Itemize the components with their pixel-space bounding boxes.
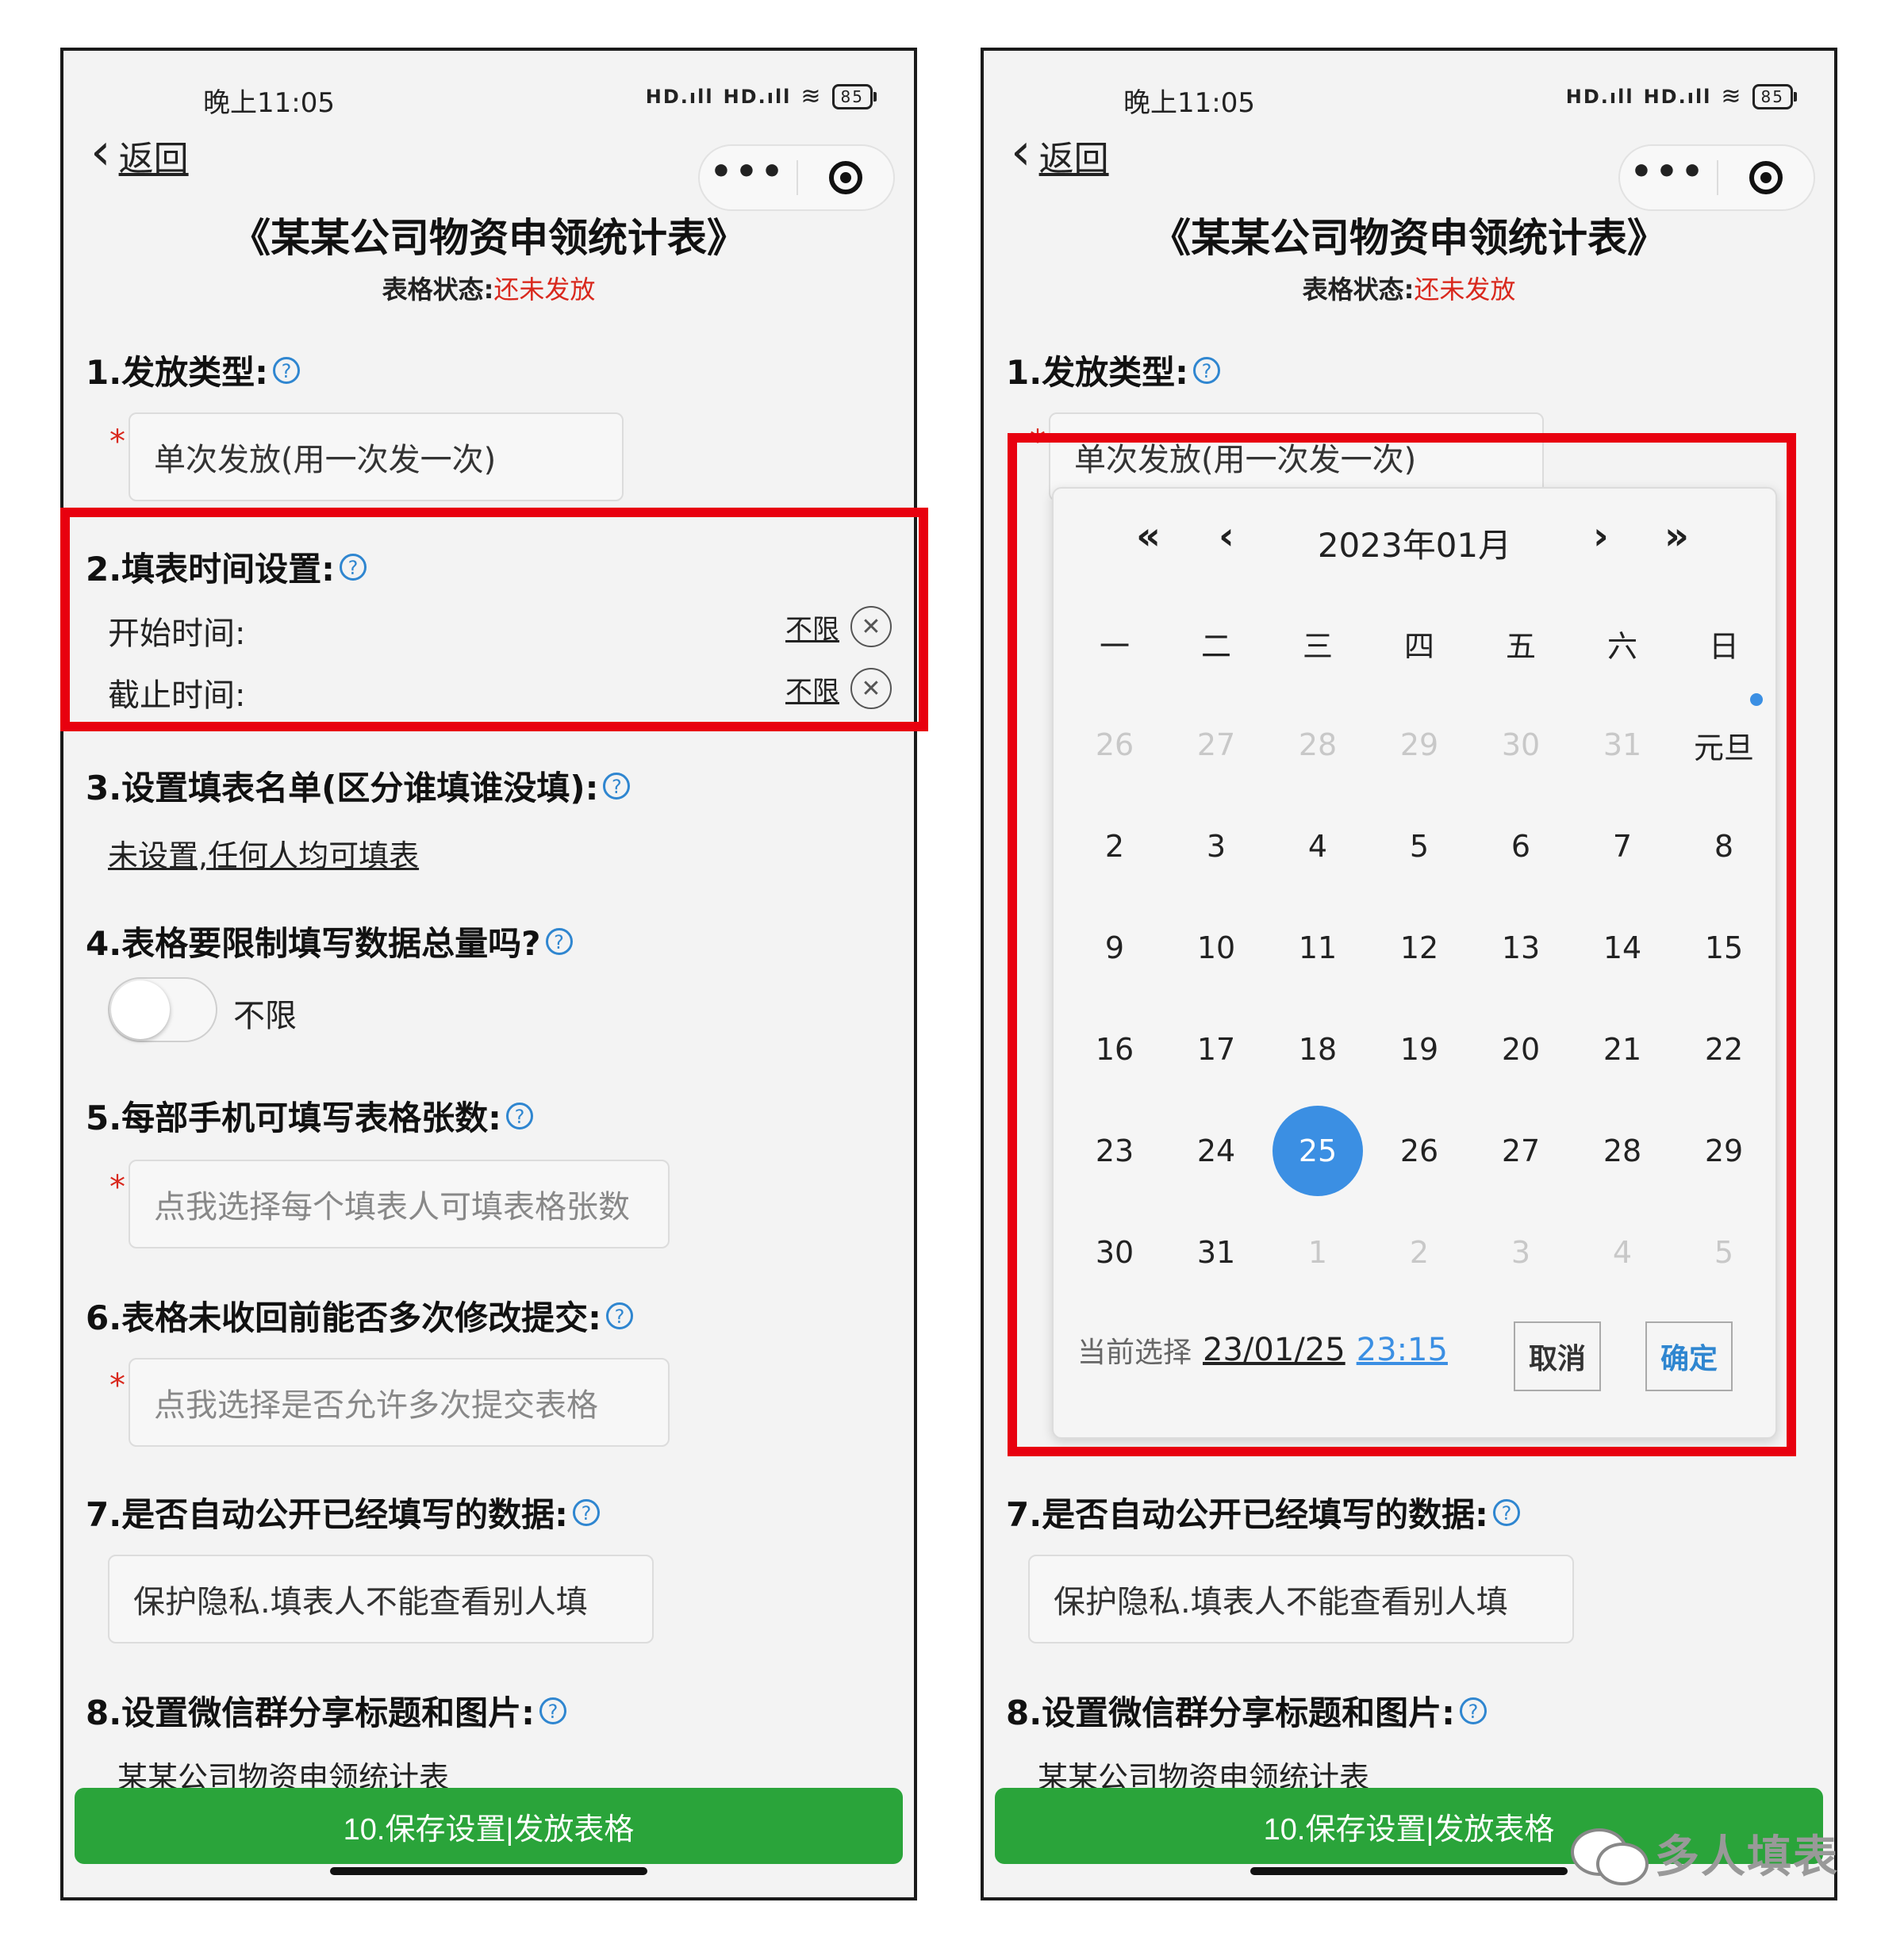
section-3-title: 3.设置填表名单(区分谁填谁没填):? <box>86 761 631 810</box>
form-status: 表格状态:还未发放 <box>984 270 1834 306</box>
back-label: 返回 <box>118 139 189 179</box>
watermark: 多人填表 <box>1571 1821 1839 1885</box>
help-icon[interactable]: ? <box>272 356 300 384</box>
mini-program-capsule: ••• <box>1618 144 1815 211</box>
help-icon[interactable]: ? <box>603 772 631 800</box>
watermark-text: 多人填表 <box>1655 1831 1839 1883</box>
form-status: 表格状态:还未发放 <box>63 270 914 306</box>
section-7-title: 7.是否自动公开已经填写的数据:? <box>1006 1488 1520 1536</box>
save-and-issue-button[interactable]: 10.保存设置|发放表格 <box>75 1788 903 1864</box>
toggle-label: 不限 <box>233 998 297 1034</box>
page-title: 《某某公司物资申领统计表》 <box>1151 215 1667 261</box>
section-7-label: 7.是否自动公开已经填写的数据: <box>86 1495 568 1534</box>
section-6-title: 6.表格未收回前能否多次修改提交:? <box>86 1291 633 1340</box>
help-icon[interactable]: ? <box>605 1302 633 1329</box>
chevron-left-icon: ‹ <box>1011 123 1031 182</box>
target-icon <box>828 161 862 194</box>
wifi-icon: ≋ <box>1721 82 1743 110</box>
status-icons: HD.ıll HD.ıll ≋ 85 <box>1565 82 1798 110</box>
help-icon[interactable]: ? <box>1459 1697 1487 1724</box>
phone-screen-left: 晚上11:05 HD.ıll HD.ıll ≋ 85 ‹ 返回 ••• 《某某公… <box>60 48 917 1900</box>
status-time: 晚上11:05 <box>203 87 335 119</box>
more-button[interactable]: ••• <box>1620 155 1717 190</box>
status-label: 表格状态: <box>382 274 494 305</box>
section-8-title: 8.设置微信群分享标题和图片:? <box>86 1686 566 1735</box>
highlight-box <box>60 508 928 731</box>
required-mark: * <box>109 1367 125 1404</box>
help-icon[interactable]: ? <box>545 927 573 955</box>
required-mark: * <box>109 1169 125 1206</box>
public-data-select[interactable]: 保护隐私.填表人不能查看别人填 <box>1028 1555 1574 1643</box>
wechat-icon <box>1571 1825 1649 1885</box>
limit-total-toggle[interactable] <box>108 977 217 1042</box>
status-label: 表格状态: <box>1302 274 1415 305</box>
section-4-title: 4.表格要限制填写数据总量吗?? <box>86 917 573 965</box>
multi-submit-select[interactable]: 点我选择是否允许多次提交表格 <box>129 1358 670 1447</box>
help-icon[interactable]: ? <box>539 1697 566 1724</box>
home-indicator <box>330 1867 647 1875</box>
section-8-label: 8.设置微信群分享标题和图片: <box>86 1693 535 1732</box>
section-4-label: 4.表格要限制填写数据总量吗? <box>86 924 541 963</box>
page-title: 《某某公司物资申领统计表》 <box>231 215 747 261</box>
section-5-title: 5.每部手机可填写表格张数:? <box>86 1091 533 1140</box>
help-icon[interactable]: ? <box>572 1498 600 1526</box>
status-badge: 还未发放 <box>493 274 596 305</box>
help-icon[interactable]: ? <box>1192 356 1220 384</box>
status-icons: HD.ıll HD.ıll ≋ 85 <box>645 82 877 110</box>
back-button[interactable]: ‹ 返回 <box>1011 123 1109 182</box>
help-icon[interactable]: ? <box>505 1102 533 1129</box>
signal-icon: HD.ıll <box>645 85 714 108</box>
section-7-label: 7.是否自动公开已经填写的数据: <box>1006 1495 1488 1534</box>
back-label: 返回 <box>1038 139 1109 179</box>
signal-icon: HD.ıll <box>1643 85 1712 108</box>
wifi-icon: ≋ <box>800 82 823 110</box>
per-phone-count-select[interactable]: 点我选择每个填表人可填表格张数 <box>129 1160 670 1248</box>
mini-program-capsule: ••• <box>698 144 895 211</box>
close-mini-program-button[interactable] <box>798 161 893 194</box>
section-3-label: 3.设置填表名单(区分谁填谁没填): <box>86 769 599 807</box>
status-badge: 还未发放 <box>1414 274 1516 305</box>
section-1-title: 1.发放类型:? <box>1006 346 1220 394</box>
section-6-label: 6.表格未收回前能否多次修改提交: <box>86 1298 601 1337</box>
more-button[interactable]: ••• <box>700 155 797 190</box>
close-mini-program-button[interactable] <box>1718 161 1814 194</box>
section-8-title: 8.设置微信群分享标题和图片:? <box>1006 1686 1487 1735</box>
battery-icon: 85 <box>831 83 877 109</box>
battery-icon: 85 <box>1752 83 1798 109</box>
signal-icon: HD.ıll <box>1565 85 1634 108</box>
issue-type-select[interactable]: 单次发放(用一次发一次) <box>129 412 624 501</box>
highlight-box <box>1008 433 1796 1456</box>
home-indicator <box>1250 1867 1568 1875</box>
signal-icon: HD.ıll <box>723 85 792 108</box>
help-icon[interactable]: ? <box>1492 1498 1520 1526</box>
section-1-title: 1.发放类型:? <box>86 346 300 394</box>
section-1-label: 1.发放类型: <box>86 353 268 392</box>
fill-list-link[interactable]: 未设置,任何人均可填表 <box>108 831 419 875</box>
section-8-label: 8.设置微信群分享标题和图片: <box>1006 1693 1455 1732</box>
status-time: 晚上11:05 <box>1123 87 1255 119</box>
section-5-label: 5.每部手机可填写表格张数: <box>86 1099 501 1137</box>
chevron-left-icon: ‹ <box>90 123 111 182</box>
back-button[interactable]: ‹ 返回 <box>90 123 189 182</box>
section-1-label: 1.发放类型: <box>1006 353 1188 392</box>
section-7-title: 7.是否自动公开已经填写的数据:? <box>86 1488 600 1536</box>
target-icon <box>1749 161 1783 194</box>
required-mark: * <box>109 424 125 460</box>
public-data-select[interactable]: 保护隐私.填表人不能查看别人填 <box>108 1555 654 1643</box>
